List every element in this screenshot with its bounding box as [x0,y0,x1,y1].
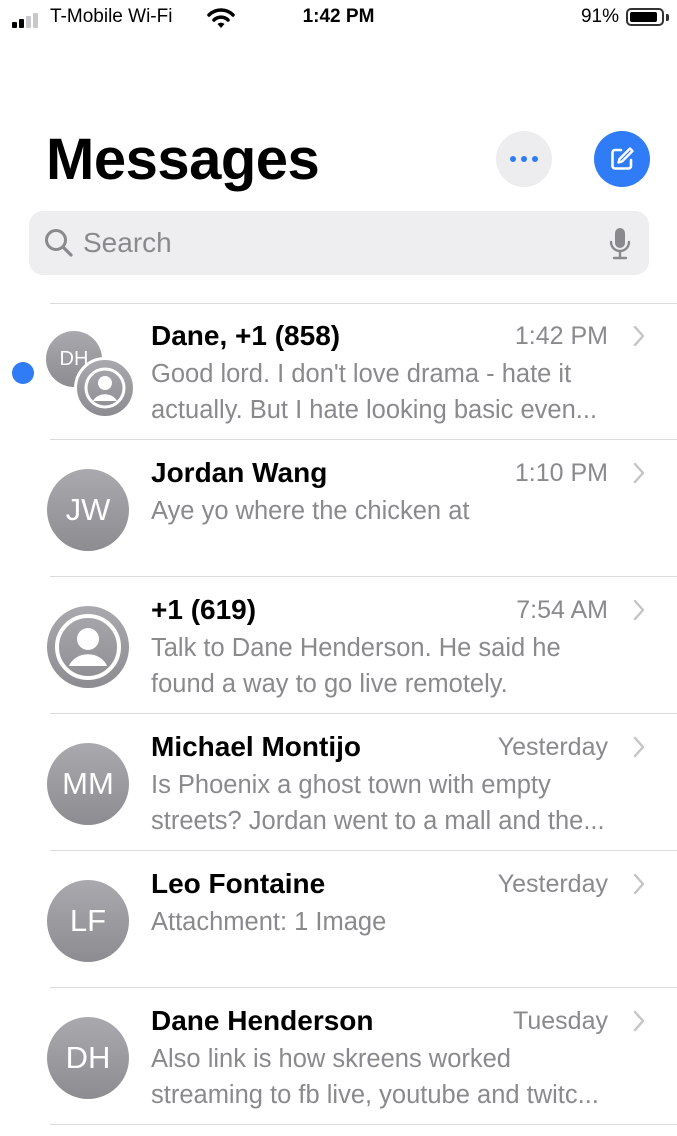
contact-name: +1 (619) [151,594,257,625]
search-icon [45,229,73,257]
ellipsis-icon [510,156,516,162]
page-title: Messages [46,127,320,192]
avatar: JW [47,469,129,551]
message-time: 7:54 AM [516,596,608,624]
avatar: MM [47,743,129,825]
message-preview: Good lord. I don't love drama - hate it … [151,360,598,424]
message-time: Tuesday [513,1007,608,1035]
status-bar: T-Mobile Wi-Fi 1:42 PM 91% [0,0,677,40]
person-avatar-icon [74,357,136,419]
unread-indicator [12,362,34,384]
chevron-right-icon [633,736,645,758]
conversation-row[interactable]: DH Dane Henderson Tuesday Also link is h… [0,988,677,1125]
battery-icon [626,8,664,26]
conversation-row[interactable]: MM Michael Montijo Yesterday Is Phoenix … [0,714,677,851]
clock: 1:42 PM [302,6,375,27]
message-preview: Aye yo where the chicken at [151,497,470,525]
battery-tip [666,14,669,21]
avatar: LF [47,880,129,962]
chevron-right-icon [633,325,645,347]
more-options-button[interactable] [496,131,552,187]
message-time: Yesterday [497,870,608,898]
contact-name: Dane, +1 (858) [151,320,341,351]
contact-name: Jordan Wang [151,457,328,488]
contact-name: Dane Henderson [151,1005,374,1036]
conversation-row[interactable]: LF Leo Fontaine Yesterday Attachment: 1 … [0,851,677,988]
compose-button[interactable] [594,131,650,187]
message-preview: Is Phoenix a ghost town with empty stree… [151,771,605,835]
message-time: Yesterday [497,733,608,761]
group-avatar: DH [44,329,136,419]
conversation-row[interactable]: JW Jordan Wang 1:10 PM Aye yo where the … [0,440,677,577]
chevron-right-icon [633,873,645,895]
search-bar[interactable] [29,211,649,275]
conversation-row[interactable]: +1 (619) 7:54 AM Talk to Dane Henderson.… [0,577,677,714]
contact-name: Michael Montijo [151,731,361,762]
message-time: 1:42 PM [514,322,608,350]
message-preview: Also link is how skreens worked streamin… [151,1045,599,1109]
message-time: 1:10 PM [514,459,608,487]
row-divider [50,1124,677,1125]
search-input[interactable] [83,211,583,275]
chevron-right-icon [633,462,645,484]
microphone-icon[interactable] [609,227,631,261]
person-avatar-icon [47,606,129,688]
chevron-right-icon [633,599,645,621]
conversation-row[interactable]: DH Dane, +1 (858) 1:42 PM Good lord. I d… [0,303,677,440]
contact-name: Leo Fontaine [151,868,326,899]
battery-percentage: 91% [580,6,619,27]
chevron-right-icon [633,1010,645,1032]
message-preview: Talk to Dane Henderson. He said he found… [151,634,561,698]
compose-icon [611,147,634,170]
message-preview: Attachment: 1 Image [151,908,387,936]
avatar: DH [47,1017,129,1099]
